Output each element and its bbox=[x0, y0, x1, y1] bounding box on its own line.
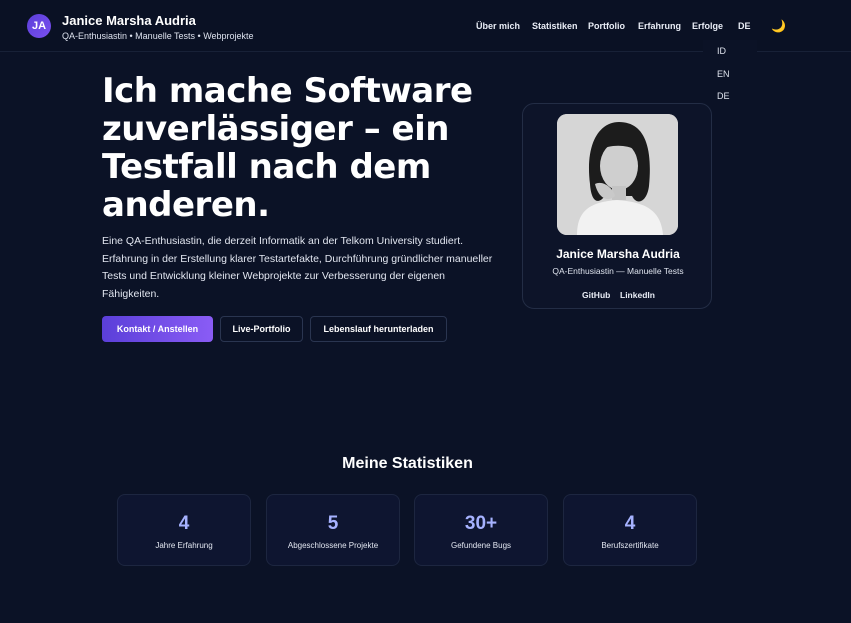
stat-card: 4 Jahre Erfahrung bbox=[117, 494, 251, 566]
stat-label: Jahre Erfahrung bbox=[155, 541, 213, 550]
language-option-en[interactable]: EN bbox=[717, 69, 730, 79]
nav-item-portfolio[interactable]: Portfolio bbox=[588, 21, 625, 31]
stat-label: Abgeschlossene Projekte bbox=[287, 541, 379, 550]
nav-item-about[interactable]: Über mich bbox=[476, 21, 520, 31]
profile-photo bbox=[557, 114, 678, 235]
linkedin-link[interactable]: LinkedIn bbox=[620, 290, 655, 300]
language-option-id[interactable]: ID bbox=[717, 46, 726, 56]
stat-value: 4 bbox=[624, 513, 636, 534]
moon-icon[interactable]: 🌙 bbox=[771, 19, 786, 33]
hero-title: Ich mache Software zuverlässiger – ein T… bbox=[102, 71, 473, 225]
profile-card: Janice Marsha Audria QA-Enthusiastin — M… bbox=[522, 103, 712, 309]
stats-heading: Meine Statistiken bbox=[342, 455, 473, 472]
brand-name[interactable]: Janice Marsha Audria bbox=[62, 13, 196, 28]
stat-label: Gefundene Bugs bbox=[450, 541, 512, 550]
stat-value: 4 bbox=[178, 513, 190, 534]
language-toggle[interactable]: DE bbox=[738, 21, 751, 31]
profile-role: QA-Enthusiastin — Manuelle Tests bbox=[552, 266, 684, 276]
stat-value: 5 bbox=[327, 513, 339, 534]
language-menu: ID EN DE bbox=[703, 40, 757, 110]
stat-card: 5 Abgeschlossene Projekte bbox=[266, 494, 400, 566]
language-option-de[interactable]: DE bbox=[717, 91, 730, 101]
stat-value: 30+ bbox=[464, 513, 498, 534]
nav-item-experience[interactable]: Erfahrung bbox=[638, 21, 681, 31]
hero-description: Eine QA-Enthusiastin, die derzeit Inform… bbox=[102, 235, 493, 300]
stat-card: 30+ Gefundene Bugs bbox=[414, 494, 548, 566]
nav-item-achievements[interactable]: Erfolge bbox=[692, 21, 723, 31]
avatar[interactable]: JA bbox=[27, 14, 51, 38]
nav-item-stats[interactable]: Statistiken bbox=[532, 21, 578, 31]
live-portfolio-button[interactable]: Live-Portfolio bbox=[220, 316, 303, 342]
brand-subtitle: QA-Enthusiastin • Manuelle Tests • Webpr… bbox=[62, 31, 254, 41]
profile-name: Janice Marsha Audria bbox=[556, 247, 680, 261]
contact-button[interactable]: Kontakt / Anstellen bbox=[102, 316, 213, 342]
stat-card: 4 Berufszertifikate bbox=[563, 494, 697, 566]
stat-label: Berufszertifikate bbox=[601, 541, 659, 550]
download-cv-button[interactable]: Lebenslauf herunterladen bbox=[310, 316, 447, 342]
github-link[interactable]: GitHub bbox=[582, 290, 610, 300]
